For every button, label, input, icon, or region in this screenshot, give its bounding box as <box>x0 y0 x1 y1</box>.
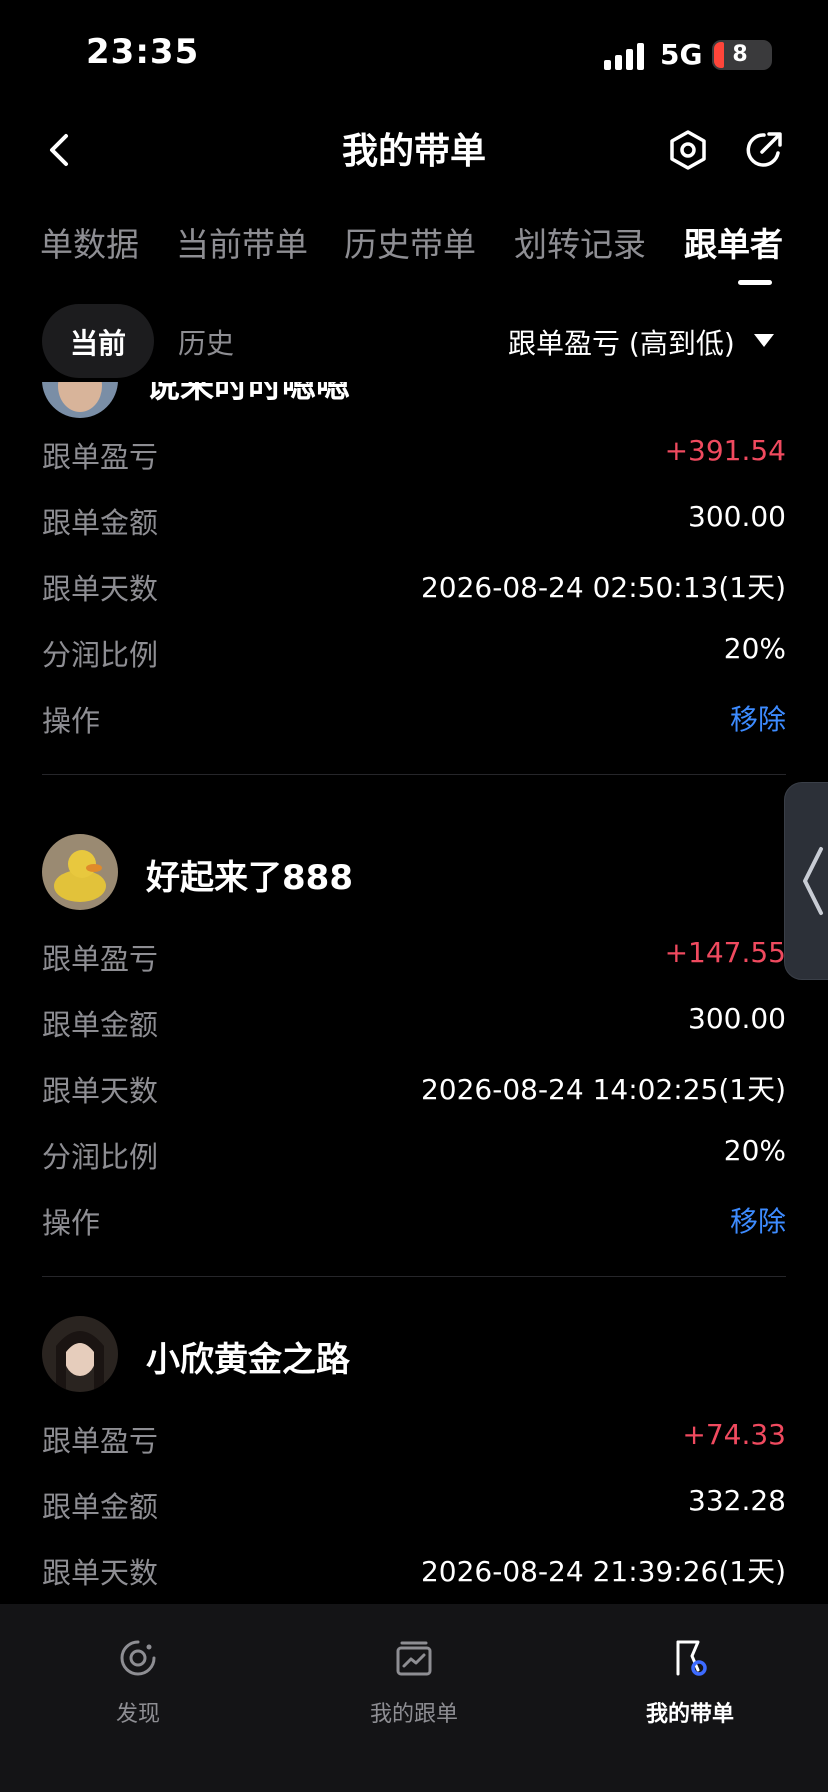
amount-value: 300.00 <box>688 500 786 533</box>
nav-discover[interactable]: 发现 <box>38 1634 238 1734</box>
row-label: 跟单天数 <box>42 1556 159 1590</box>
row-label: 跟单金额 <box>42 1008 159 1042</box>
share-value: 20% <box>723 632 786 665</box>
tab-bar: 单数据 当前带单 历史带单 划转记录 跟单者 <box>0 210 828 290</box>
nav-label: 发现 <box>115 1702 160 1727</box>
side-drawer-handle[interactable] <box>784 782 828 980</box>
days-value: 2026-08-24 02:50:13(1天) <box>420 571 786 604</box>
bottom-nav: 发现 我的跟单 我的带单 <box>0 1604 828 1792</box>
tab-followers[interactable]: 跟单者 <box>684 218 783 266</box>
row-days: 跟单天数 2026-08-24 21:39:26(1天) <box>0 1536 828 1602</box>
nav-my-follow[interactable]: 我的跟单 <box>314 1634 514 1734</box>
remove-button[interactable]: 移除 <box>730 1200 786 1240</box>
follower-card: 好起来了888 跟单盈亏 +147.55 跟单金额 300.00 跟单天数 20… <box>0 822 828 1306</box>
row-share: 分润比例 20% <box>0 1120 828 1186</box>
settings-button[interactable] <box>664 126 712 174</box>
status-time: 23:35 <box>86 32 200 72</box>
divider <box>42 1276 786 1277</box>
row-label: 分润比例 <box>42 638 159 672</box>
flag-icon <box>676 1640 707 1676</box>
days-value: 2026-08-24 21:39:26(1天) <box>420 1555 786 1588</box>
remove-button[interactable]: 移除 <box>730 698 786 738</box>
row-amount: 跟单金额 300.00 <box>0 486 828 552</box>
avatar[interactable] <box>42 1316 118 1392</box>
amount-value: 332.28 <box>688 1484 786 1517</box>
row-label: 跟单金额 <box>42 1490 159 1524</box>
row-label: 跟单盈亏 <box>42 1424 159 1458</box>
row-label: 跟单天数 <box>42 1074 159 1108</box>
filter-bar: 当前 历史 跟单盈亏 (高到低) <box>0 302 828 380</box>
settings-icon <box>670 130 706 170</box>
follower-name: 说来时时嗯嗯 <box>146 382 350 406</box>
signal-icon <box>604 42 648 70</box>
days-value: 2026-08-24 14:02:25(1天) <box>420 1073 786 1106</box>
pnl-value: +391.54 <box>664 434 786 467</box>
row-label: 操作 <box>42 704 101 738</box>
avatar[interactable] <box>42 382 118 418</box>
follower-header: 好起来了888 <box>0 822 828 922</box>
avatar[interactable] <box>42 834 118 910</box>
follower-card: 说来时时嗯嗯 跟单盈亏 +391.54 跟单金额 300.00 跟单天数 202… <box>0 382 828 850</box>
status-bar: 23:35 5G 8 <box>0 0 828 110</box>
divider <box>42 774 786 775</box>
tab-transfer-records[interactable]: 划转记录 <box>514 218 646 266</box>
discover-icon <box>120 1640 156 1676</box>
battery-level: 8 <box>732 42 748 67</box>
follower-list: 说来时时嗯嗯 跟单盈亏 +391.54 跟单金额 300.00 跟单天数 202… <box>0 382 828 1604</box>
nav-my-lead[interactable]: 我的带单 <box>590 1634 790 1734</box>
row-share: 分润比例 20% <box>0 618 828 684</box>
row-label: 跟单盈亏 <box>42 440 159 474</box>
pnl-value: +147.55 <box>664 936 786 969</box>
row-label: 跟单金额 <box>42 506 159 540</box>
battery-icon: 8 <box>712 40 772 70</box>
row-action: 操作 移除 <box>0 684 828 750</box>
header: 我的带单 <box>0 110 828 190</box>
row-days: 跟单天数 2026-08-24 14:02:25(1天) <box>0 1054 828 1120</box>
nav-label: 我的跟单 <box>369 1702 458 1727</box>
row-label: 跟单盈亏 <box>42 942 159 976</box>
network-type: 5G <box>660 38 703 71</box>
segment-history[interactable]: 历史 <box>178 322 234 362</box>
chevron-left-icon <box>803 847 823 915</box>
row-amount: 跟单金额 332.28 <box>0 1470 828 1536</box>
follower-header: 小欣黄金之路 <box>0 1304 828 1404</box>
pnl-value: +74.33 <box>682 1418 786 1451</box>
row-label: 跟单天数 <box>42 572 159 606</box>
row-action: 操作 移除 <box>0 1186 828 1252</box>
chart-card-icon <box>396 1641 432 1676</box>
caret-down-icon[interactable] <box>754 334 774 347</box>
row-pnl: 跟单盈亏 +391.54 <box>0 420 828 486</box>
follower-name: 小欣黄金之路 <box>146 1340 350 1380</box>
share-button[interactable] <box>740 126 788 174</box>
tab-current-orders[interactable]: 当前带单 <box>176 218 308 266</box>
row-label: 操作 <box>42 1206 101 1240</box>
amount-value: 300.00 <box>688 1002 786 1035</box>
row-pnl: 跟单盈亏 +74.33 <box>0 1404 828 1470</box>
nav-label: 我的带单 <box>645 1702 734 1727</box>
row-label: 分润比例 <box>42 1140 159 1174</box>
share-icon <box>746 132 782 167</box>
row-days: 跟单天数 2026-08-24 02:50:13(1天) <box>0 552 828 618</box>
tab-data[interactable]: 单数据 <box>40 218 139 266</box>
tab-history-orders[interactable]: 历史带单 <box>344 218 476 266</box>
follower-card: 小欣黄金之路 跟单盈亏 +74.33 跟单金额 332.28 跟单天数 2026… <box>0 1304 828 1604</box>
sort-dropdown[interactable]: 跟单盈亏 (高到低) <box>508 322 735 362</box>
segment-current[interactable]: 当前 <box>70 322 126 362</box>
follower-name: 好起来了888 <box>146 858 353 898</box>
row-pnl: 跟单盈亏 +147.55 <box>0 922 828 988</box>
row-amount: 跟单金额 300.00 <box>0 988 828 1054</box>
share-value: 20% <box>723 1134 786 1167</box>
tab-indicator <box>738 280 772 285</box>
